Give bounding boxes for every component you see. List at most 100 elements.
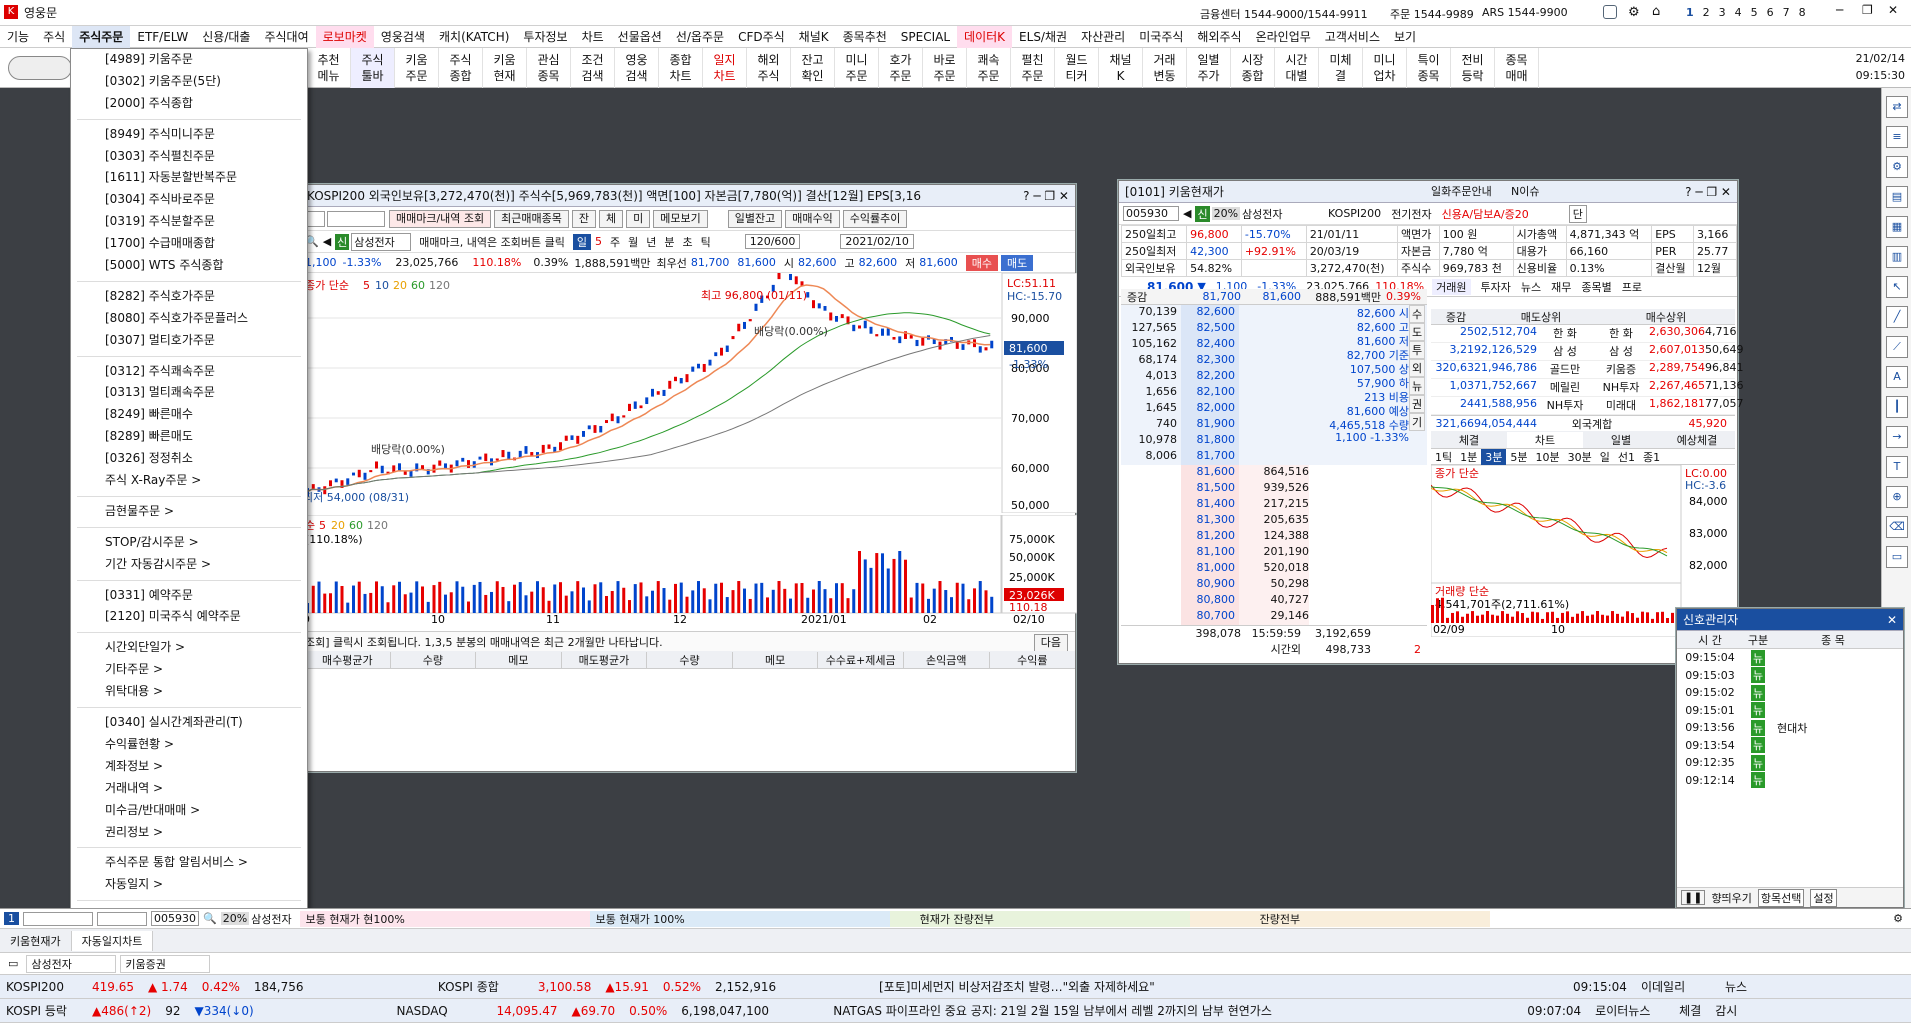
speaker-icon[interactable]: ◀ (323, 235, 331, 248)
menu-credit[interactable]: 신용/대출 (195, 26, 257, 48)
auto-icon[interactable]: A (1886, 366, 1908, 388)
ask-price[interactable]: 82,400 (1181, 337, 1239, 353)
tab-investor[interactable]: 투자자 (1481, 279, 1511, 295)
menu-item[interactable]: 기타주문 > (71, 659, 307, 681)
page-7[interactable]: 7 (1783, 6, 1790, 19)
gear-icon[interactable]: ⚙ (1886, 156, 1908, 178)
menu-customer[interactable]: 고객서비스 (1318, 26, 1387, 48)
signal-float[interactable]: 향띄우기 (1711, 890, 1751, 906)
mini-period-1tick[interactable]: 1틱 (1431, 449, 1456, 465)
zoom-icon[interactable]: ⊕ (1886, 486, 1908, 508)
t2-kospi-adv[interactable]: KOSPI 등락 (0, 999, 78, 1023)
bid-price[interactable]: 81,300 (1181, 513, 1239, 529)
printer-icon[interactable]: ▭ (8, 957, 18, 970)
menu-futures-order[interactable]: 선/옵주문 (669, 26, 731, 48)
recent-stocks-button[interactable]: 최근매매종목 (494, 209, 569, 228)
mini-period-30min[interactable]: 30분 (1564, 449, 1596, 465)
tab-news[interactable]: 뉴스 (1521, 279, 1541, 295)
broker-row[interactable]: 250 2,512,704 한 화 한 화 2,630,306 4,716 (1431, 325, 1737, 343)
window-controls[interactable]: ? ─ ❐ ✕ (1023, 185, 1069, 207)
menu-item[interactable]: 권리정보 > (71, 822, 307, 844)
acct-stock[interactable]: 삼성전자 (26, 954, 117, 973)
menu-item[interactable]: [0319] 주식분할주문 (71, 211, 307, 233)
trash-icon[interactable]: ▭ (1886, 546, 1908, 568)
menu-data-k[interactable]: 데이터K (957, 25, 1013, 48)
tb-overseas[interactable]: 해외 주식 (747, 47, 791, 88)
tb-journal-chart[interactable]: 일지 차트 (703, 47, 747, 88)
bar-count[interactable]: 120/600 (744, 234, 801, 249)
shield-icon[interactable] (1603, 5, 1617, 19)
menu-item[interactable]: [0331] 예약주문 (71, 585, 307, 607)
menu-item[interactable]: 거래내역 > (71, 778, 307, 800)
tb-hero-search[interactable]: 영웅 검색 (615, 47, 659, 88)
sell-button[interactable]: 매도 (1001, 254, 1034, 271)
bid-price[interactable]: 81,500 (1181, 481, 1239, 497)
tb-unfilled[interactable]: 미체 결 (1319, 47, 1363, 88)
menu-item[interactable]: STOP/감시주문 > (71, 532, 307, 554)
menu-item[interactable]: 시간외단일가 > (71, 637, 307, 659)
news-2-btn[interactable]: 체결 (1679, 999, 1701, 1023)
menu-special[interactable]: SPECIAL (894, 26, 957, 48)
vtab[interactable]: 뉴 (1409, 377, 1425, 395)
bid-price[interactable]: 81,100 (1181, 545, 1239, 561)
bid-price[interactable]: 81,200 (1181, 529, 1239, 545)
stock-name[interactable]: 삼성전자 (351, 232, 412, 251)
menu-item[interactable]: 수익률현황 > (71, 734, 307, 756)
chart-icon[interactable]: ▦ (1886, 216, 1908, 238)
menu-els[interactable]: ELS/채권 (1012, 26, 1074, 48)
menu-us-stock[interactable]: 미국주식 (1132, 26, 1190, 48)
qb-seg-0[interactable]: 보통 현재가 현100% (299, 910, 590, 927)
bid-row[interactable]: 81,000 520,018 (1121, 561, 1427, 577)
tb-fast-order[interactable]: 쾌속 주문 (967, 47, 1011, 88)
signal-row[interactable]: 09:13:56 뉴 현대차 (1677, 719, 1903, 737)
qb-code[interactable]: 005930 (151, 911, 199, 926)
tb-mini-sector[interactable]: 미니 업차 (1363, 47, 1407, 88)
menu-item[interactable]: [0312] 주식쾌속주문 (71, 361, 307, 383)
vtab[interactable]: 권 (1409, 395, 1425, 413)
period-tick[interactable]: 틱 (697, 234, 715, 250)
menu-func[interactable]: 기능 (0, 26, 36, 48)
account-input[interactable] (327, 210, 385, 227)
bid-row[interactable]: 81,500 939,526 (1121, 481, 1427, 497)
tab-expected[interactable]: 예상체결 (1659, 432, 1735, 448)
period-week[interactable]: 주 (606, 234, 624, 250)
vtab[interactable]: 기 (1409, 413, 1425, 431)
ask-row[interactable]: 8,006 81,700 (1121, 449, 1427, 465)
chart-date[interactable]: 2021/02/10 (840, 234, 914, 249)
vtab[interactable]: 투 (1409, 341, 1425, 359)
bid-price[interactable]: 81,400 (1181, 497, 1239, 513)
menu-item[interactable]: 주식주문 통합 알림서비스 > (71, 852, 307, 874)
settings-icon[interactable]: ⚙ (1628, 5, 1640, 20)
home-icon[interactable]: ⌂ (1652, 4, 1660, 19)
page-6[interactable]: 6 (1767, 6, 1774, 19)
menu-invest-info[interactable]: 투자정보 (516, 26, 574, 48)
bid-row[interactable]: 81,100 201,190 (1121, 545, 1427, 561)
ask-price[interactable]: 82,000 (1181, 401, 1239, 417)
tab-broker[interactable]: 거래원 (1432, 278, 1471, 295)
cur-stock-name[interactable]: 삼성전자 (1242, 206, 1322, 222)
return-trend-button[interactable]: 수익률추이 (842, 209, 908, 228)
tab-chart[interactable]: 차트 (1507, 431, 1583, 448)
volume-chart[interactable]: 순 5 20 60 120 (110.18%) 75,000K 50,000K … (301, 515, 1077, 625)
menu-item[interactable]: [0313] 멀티쾌속주문 (71, 382, 307, 404)
bid-price[interactable]: 81,000 (1181, 561, 1239, 577)
bid-row[interactable]: 81,600 864,516 (1121, 465, 1427, 481)
tb-daily-price[interactable]: 일별 주가 (1187, 47, 1231, 88)
trend-icon[interactable]: ⟋ (1886, 336, 1908, 358)
qb-name[interactable]: 삼성전자 (251, 911, 291, 927)
vtab[interactable]: 수 (1409, 305, 1425, 323)
mini-period-3min[interactable]: 3분 (1481, 448, 1507, 465)
bid-row[interactable]: 81,200 124,388 (1121, 529, 1427, 545)
cursor-icon[interactable]: ↖ (1886, 276, 1908, 298)
menu-item[interactable]: [0326] 정정취소 (71, 448, 307, 470)
menu-item[interactable]: [8949] 주식미니주문 (71, 124, 307, 146)
bid-row[interactable]: 80,800 40,727 (1121, 593, 1427, 609)
eraser-icon[interactable]: ⌫ (1886, 516, 1908, 538)
balance-tab[interactable]: 잔 (571, 209, 597, 228)
menu-item[interactable]: 자동일지 > (71, 874, 307, 896)
account-combo[interactable] (305, 210, 325, 227)
menu-lending[interactable]: 주식대여 (257, 26, 315, 48)
menu-recommend[interactable]: 종목추천 (836, 26, 894, 48)
news-1-btn[interactable]: 뉴스 (1725, 975, 1747, 999)
menu-asset[interactable]: 자산관리 (1074, 26, 1132, 48)
